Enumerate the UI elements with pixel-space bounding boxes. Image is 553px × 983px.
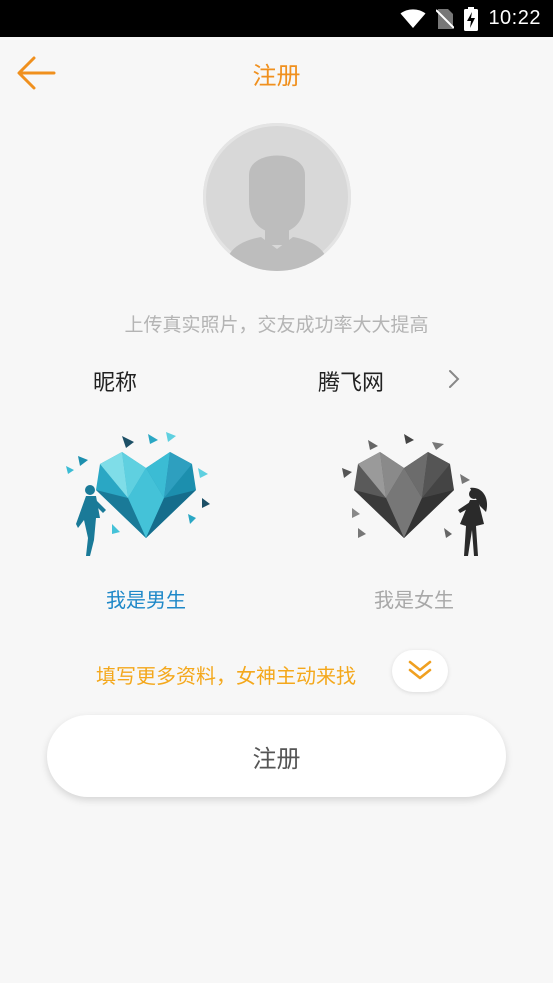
gender-male-option[interactable]: 我是男生 [56,428,236,618]
no-sim-icon [436,8,455,30]
double-chevron-down-icon [408,660,432,680]
male-heart-icon [66,432,210,556]
page-title: 注册 [252,62,301,90]
expand-more-button[interactable] [392,650,448,692]
female-heart-icon [342,434,488,556]
wifi-icon [400,8,426,29]
more-info-text: 填写更多资料，女神主动来找 [96,664,356,688]
gender-male-label: 我是男生 [106,588,186,612]
avatar-upload[interactable] [203,123,351,271]
register-screen: 10:22 注册 上传真实照片，交友成功率大大提高 昵称 腾飞网 我是男生 我是… [0,0,553,983]
nickname-row[interactable]: 昵称 腾飞网 [0,355,553,403]
upload-photo-hint: 上传真实照片，交友成功率大大提高 [124,314,429,336]
register-button[interactable]: 注册 [47,715,506,797]
default-avatar-icon [225,155,329,271]
battery-charging-icon [464,6,479,31]
gender-female-label: 我是女生 [374,588,454,612]
status-time: 10:22 [488,7,541,29]
chevron-right-icon [449,370,460,388]
more-info-row: 填写更多资料，女神主动来找 [0,650,553,694]
nickname-value: 腾飞网 [318,371,385,396]
nickname-label: 昵称 [93,371,138,396]
header: 注册 [0,37,553,107]
status-bar: 10:22 [0,0,553,37]
status-icons: 10:22 [400,0,541,37]
gender-female-option[interactable]: 我是女生 [324,428,504,618]
